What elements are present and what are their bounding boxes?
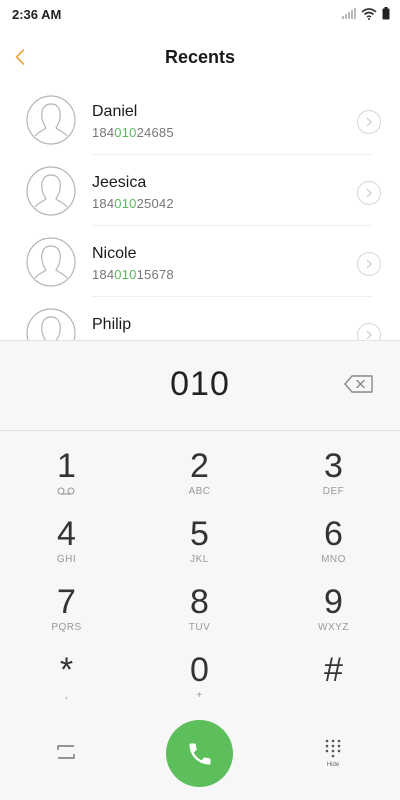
key-letters: DEF (322, 486, 345, 497)
key-digit: 9 (324, 583, 343, 621)
number-prefix: 184 (92, 125, 115, 140)
chevron-right-icon (366, 259, 372, 269)
hide-keypad-button[interactable]: Hide (318, 734, 348, 774)
number-suffix: 24685 (136, 125, 174, 140)
number-prefix: 184 (92, 196, 115, 211)
swap-button[interactable] (54, 740, 78, 764)
key-digit: # (324, 651, 343, 689)
chevron-right-icon (366, 188, 372, 198)
dialpad-icon (325, 739, 341, 758)
key-letters: PQRS (51, 622, 82, 633)
contact-number: 18401025042 (92, 196, 174, 211)
contact-name: Jeesica (92, 174, 147, 191)
signal-icon (342, 8, 356, 19)
key-8[interactable]: 8 TUV (133, 575, 266, 643)
contact-detail-button[interactable] (357, 252, 381, 276)
avatar-icon (26, 166, 76, 216)
number-match: 010 (114, 267, 137, 282)
key-digit: 8 (190, 583, 209, 621)
key-digit: 5 (190, 515, 209, 553)
status-icons (342, 7, 390, 20)
phone-icon (189, 743, 210, 764)
hide-label: Hide (326, 762, 340, 768)
number-match: 010 (114, 196, 137, 211)
number-suffix: 25042 (136, 196, 174, 211)
key-digit: 6 (324, 515, 343, 553)
wifi-icon (361, 7, 377, 20)
key-letters: MNO (321, 554, 346, 565)
key-letters: TUV (188, 622, 211, 633)
key-letters: WXYZ (318, 622, 349, 633)
key-4[interactable]: 4 GHI (0, 507, 133, 575)
key-star[interactable]: * , (0, 643, 133, 711)
contact-item[interactable]: Nicole 18401015678 (0, 226, 400, 297)
key-digit: * (59, 651, 74, 689)
number-suffix: 15678 (136, 267, 174, 282)
dialer-panel: 010 1 2 ABC 3 DEF 4 GHI 5 JKL 6 MNO 7 PQ… (0, 340, 400, 800)
header: Recents (0, 38, 400, 78)
dialer-actions: Hide (0, 716, 400, 800)
key-1[interactable]: 1 (0, 439, 133, 507)
battery-icon (382, 7, 390, 20)
status-time: 2:36 AM (12, 7, 62, 22)
key-7[interactable]: 7 PQRS (0, 575, 133, 643)
key-letters: ABC (188, 486, 211, 497)
number-prefix: 184 (92, 267, 115, 282)
backspace-button[interactable] (343, 373, 375, 395)
key-0[interactable]: 0 + (133, 643, 266, 711)
contact-list: Daniel 18401024685 Jeesica 18401025042 N… (0, 84, 400, 368)
contact-item[interactable]: Jeesica 18401025042 (0, 155, 400, 226)
contact-number: 18401015678 (92, 267, 174, 282)
call-button[interactable] (166, 720, 233, 787)
key-9[interactable]: 9 WXYZ (267, 575, 400, 643)
contact-detail-button[interactable] (357, 181, 381, 205)
key-6[interactable]: 6 MNO (267, 507, 400, 575)
key-digit: 7 (57, 583, 76, 621)
chevron-right-icon (366, 330, 372, 340)
key-digit: 0 (190, 651, 209, 689)
chevron-right-icon (366, 117, 372, 127)
key-letters: GHI (56, 554, 77, 565)
contact-name: Nicole (92, 245, 137, 262)
key-3[interactable]: 3 DEF (267, 439, 400, 507)
key-letters: JKL (190, 554, 209, 565)
backspace-icon (344, 375, 373, 393)
avatar-icon (26, 95, 76, 145)
contact-name: Daniel (92, 103, 138, 120)
status-bar: 2:36 AM (0, 0, 400, 30)
key-5[interactable]: 5 JKL (133, 507, 266, 575)
key-hash[interactable]: # (267, 643, 400, 711)
dial-display: 010 (0, 341, 400, 431)
dialed-number: 010 (170, 365, 230, 403)
key-2[interactable]: 2 ABC (133, 439, 266, 507)
phone-screen: 2:36 AM Recents Daniel 18401024685 Jeesi… (0, 0, 400, 800)
key-letters: + (196, 690, 203, 701)
key-digit: 2 (190, 447, 209, 485)
contact-item[interactable]: Daniel 18401024685 (0, 84, 400, 155)
swap-icon (57, 745, 75, 759)
contact-number: 18401024685 (92, 125, 174, 140)
avatar-icon (26, 237, 76, 287)
key-digit: 4 (57, 515, 76, 553)
key-digit: 3 (324, 447, 343, 485)
contact-name: Philip (92, 316, 132, 333)
number-match: 010 (114, 125, 137, 140)
key-letters: , (64, 690, 69, 701)
page-title: Recents (164, 47, 236, 67)
key-digit: 1 (57, 447, 76, 485)
voicemail-icon (57, 487, 75, 495)
contact-detail-button[interactable] (357, 110, 381, 134)
